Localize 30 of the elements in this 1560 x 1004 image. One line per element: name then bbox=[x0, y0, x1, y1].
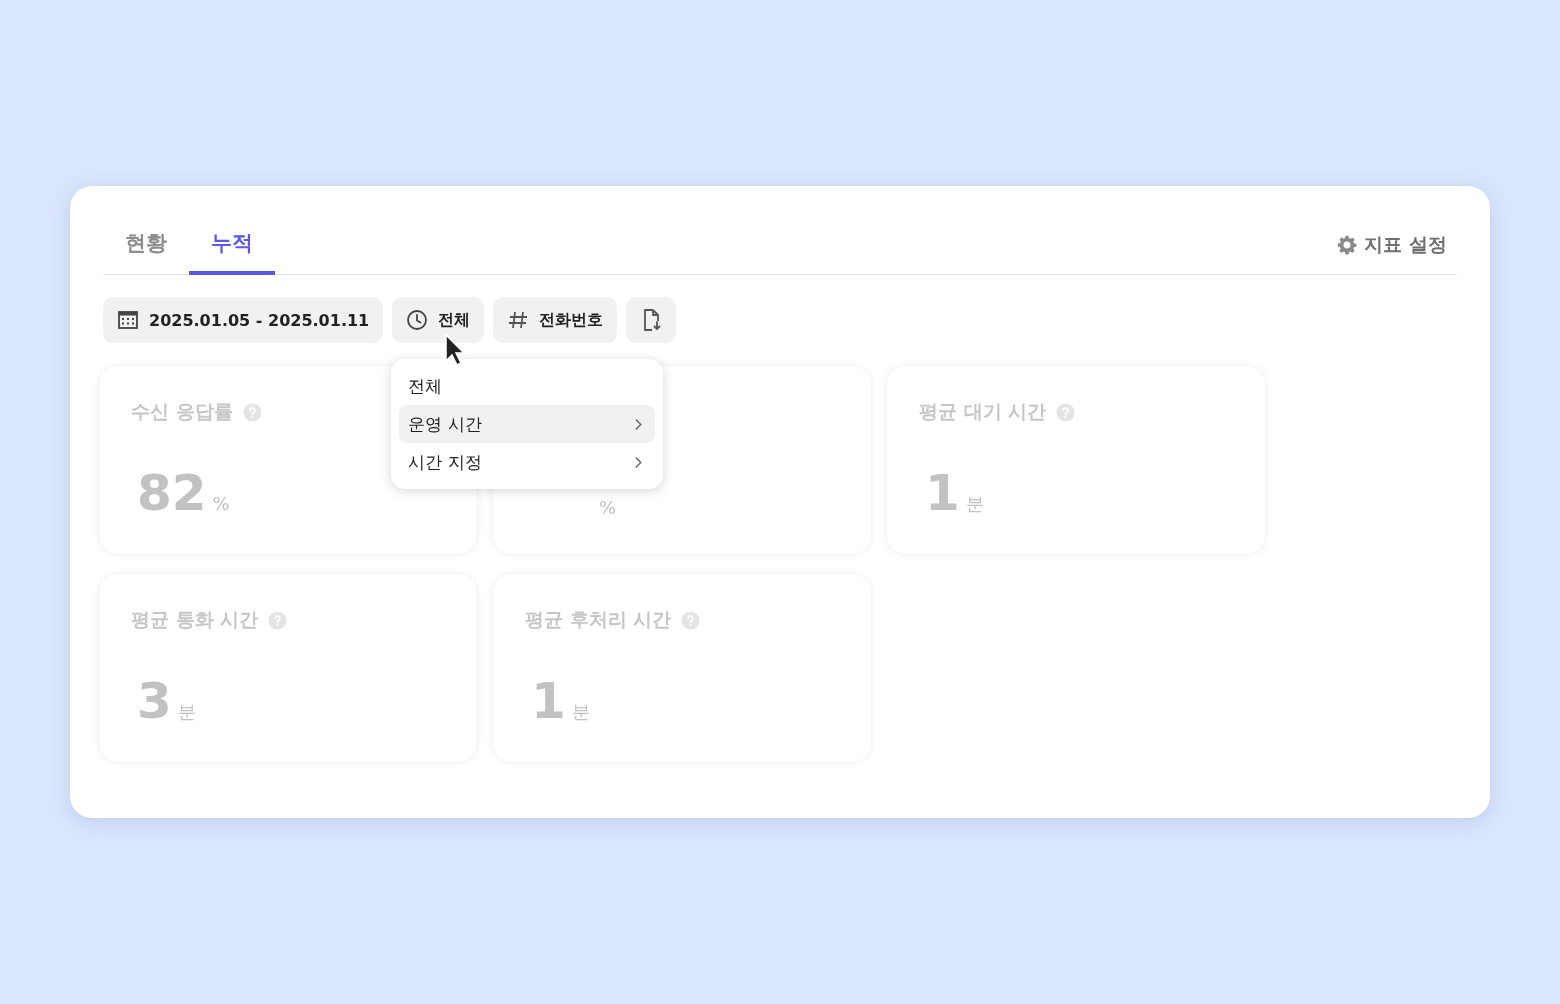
settings-icon bbox=[1336, 234, 1359, 256]
filter-button[interactable]: 전체 bbox=[392, 297, 485, 343]
metric-value: 3 bbox=[137, 672, 172, 730]
metric-unit: 분 bbox=[571, 700, 590, 724]
clock-icon bbox=[406, 309, 429, 331]
metric-value: 1 bbox=[531, 672, 566, 730]
help-icon[interactable] bbox=[268, 610, 288, 630]
help-icon[interactable] bbox=[1056, 402, 1076, 422]
calendar-icon bbox=[117, 309, 139, 331]
metric-title: 평균 대기 시간 bbox=[919, 399, 1047, 424]
help-icon[interactable] bbox=[242, 402, 262, 422]
menu-item[interactable]: 전체 bbox=[399, 367, 656, 405]
menu-item[interactable]: 운영 시간 bbox=[399, 405, 656, 443]
metric-title: 평균 후처리 시간 bbox=[525, 607, 672, 632]
metric-unit: 분 bbox=[965, 492, 984, 516]
help-icon[interactable] bbox=[681, 610, 701, 630]
metric-title: 수신 응답률 bbox=[131, 399, 233, 424]
filter-button[interactable] bbox=[626, 297, 677, 343]
hash-icon bbox=[507, 309, 530, 331]
tab[interactable]: 누적 bbox=[189, 229, 275, 275]
filter-button[interactable]: 전화번호 bbox=[493, 297, 618, 343]
metric-title: 평균 통화 시간 bbox=[131, 607, 259, 632]
metric-value: 82 bbox=[137, 464, 207, 522]
settings-button[interactable]: 지표 설정 bbox=[1336, 232, 1457, 274]
menu-item[interactable]: 시간 지정 bbox=[399, 443, 656, 481]
metric-unit: % bbox=[212, 493, 230, 514]
filter-button[interactable]: 2025.01.05 - 2025.01.11 bbox=[103, 297, 384, 343]
metric-value: 1 bbox=[925, 464, 960, 522]
metric-unit: 분 bbox=[177, 700, 196, 724]
metric-unit: % bbox=[599, 497, 617, 518]
